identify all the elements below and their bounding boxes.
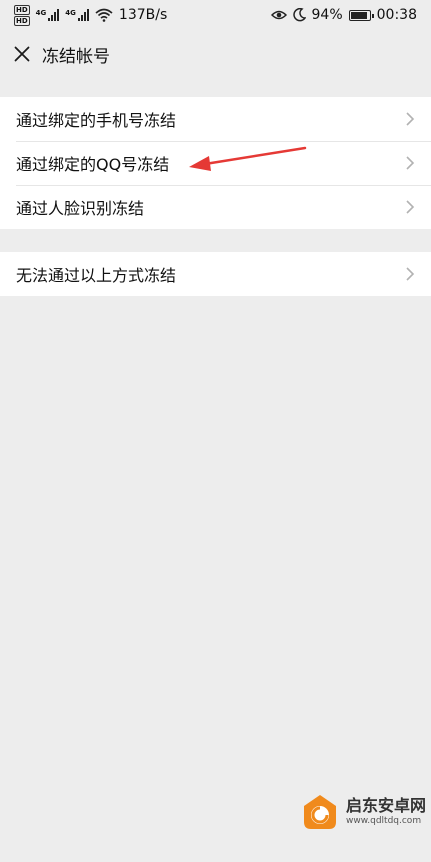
clock: 00:38 [376,7,417,23]
moon-icon [292,8,306,22]
page-title: 冻结帐号 [42,46,110,67]
close-button[interactable] [0,32,44,76]
status-right: 94% 00:38 [270,7,417,23]
battery-percent: 94% [311,7,343,23]
site-logo-icon [304,795,336,829]
battery-icon [348,9,374,21]
battery-fill [350,11,368,19]
option-other-freeze[interactable]: 无法通过以上方式冻结 [0,252,431,296]
chevron-right-icon [406,156,415,170]
watermark-name: 启东安卓网 [346,796,427,815]
site-watermark: 启东安卓网 www.qdltdq.com [300,792,426,832]
hd-badge-1: HD [14,4,30,15]
option-label: 通过绑定的QQ号冻结 [16,155,170,174]
hd-badge-2: HD [14,15,30,26]
option-label: 通过绑定的手机号冻结 [16,111,177,130]
watermark-url: www.qdltdq.com [346,816,422,826]
option-label: 通过人脸识别冻结 [16,199,145,218]
chevron-right-icon [406,112,415,126]
wifi-icon [95,8,113,22]
hd-indicators: HD HD [14,4,30,26]
option-phone-freeze[interactable]: 通过绑定的手机号冻结 [0,97,431,141]
chevron-right-icon [406,200,415,214]
other-options-group: 无法通过以上方式冻结 [0,252,431,296]
option-label: 无法通过以上方式冻结 [16,266,177,285]
eye-comfort-icon [270,10,287,20]
network-speed: 137B/s [118,7,168,23]
title-bar: 冻结帐号 [0,30,431,78]
network-type-1: 4G [35,9,47,17]
red-arrow-annotation [189,146,307,171]
status-left: HD HD 4G 4G 137B/s [14,4,168,26]
signal-icon: 4G [36,9,60,21]
status-bar: HD HD 4G 4G 137B/s 94% 00:38 [0,0,431,30]
close-icon [14,46,30,62]
network-type-2: 4G [65,9,76,17]
signal-icon-2: 4G [65,9,89,21]
option-face-freeze[interactable]: 通过人脸识别冻结 [0,185,431,229]
chevron-right-icon [406,267,415,281]
